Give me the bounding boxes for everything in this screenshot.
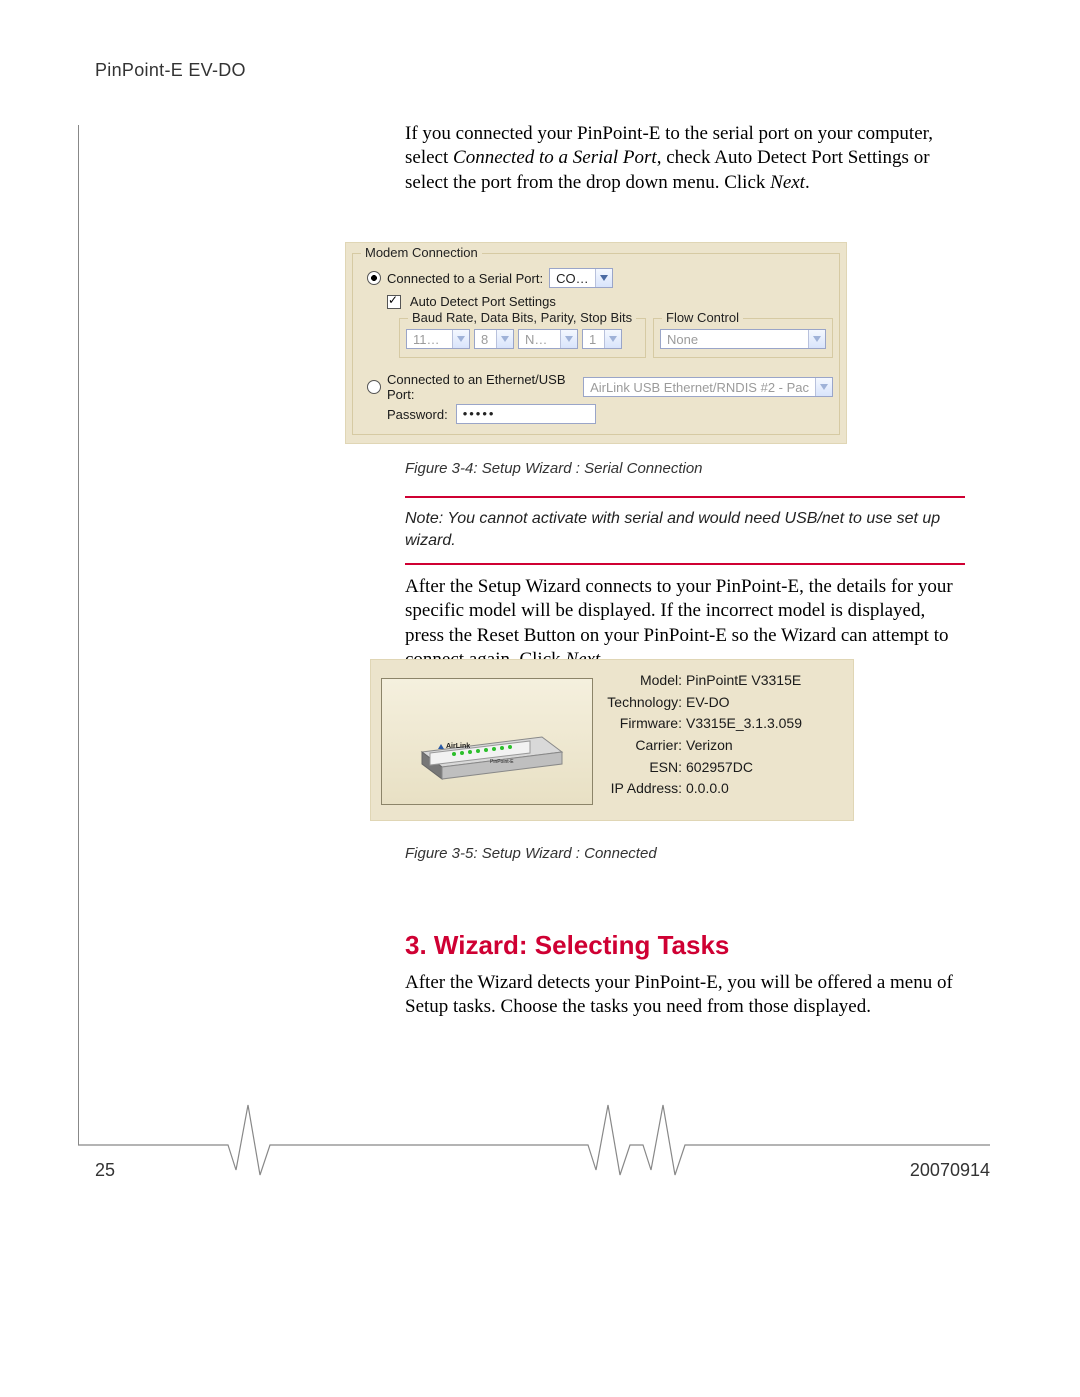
spec-firmware-key: Firmware: bbox=[606, 713, 686, 735]
flow-control-legend: Flow Control bbox=[662, 310, 743, 325]
password-value: ••••• bbox=[463, 406, 496, 421]
stop-bits-select[interactable]: 1 bbox=[582, 329, 622, 349]
serial-port-value: COM1 bbox=[550, 271, 595, 286]
chevron-down-icon bbox=[604, 330, 621, 348]
chevron-down-icon bbox=[815, 378, 832, 396]
ethernet-port-select[interactable]: AirLink USB Ethernet/RNDIS #2 - Pac bbox=[583, 377, 833, 397]
device-model-label: PinPoint-E bbox=[490, 759, 514, 765]
p2-text-a: After the Setup Wizard connects to your … bbox=[405, 576, 953, 670]
figure-3-5-caption: Figure 3-5: Setup Wizard : Connected bbox=[405, 845, 965, 862]
password-label: Password: bbox=[387, 407, 448, 422]
spec-tech-value: EV-DO bbox=[686, 692, 730, 714]
flow-control-select[interactable]: None bbox=[660, 329, 826, 349]
section-body: After the Wizard detects your PinPoint-E… bbox=[405, 971, 965, 1020]
spec-esn-value: 602957DC bbox=[686, 757, 753, 779]
baud-rate-select[interactable]: 115200 bbox=[406, 329, 470, 349]
spec-firmware-value: V3315E_3.1.3.059 bbox=[686, 713, 802, 735]
device-photo: AirLink PinPoint-E bbox=[381, 678, 593, 805]
left-rail bbox=[78, 125, 79, 1145]
spec-ip-value: 0.0.0.0 bbox=[686, 778, 729, 800]
parity-select[interactable]: None bbox=[518, 329, 578, 349]
figure-3-4-caption: Figure 3-4: Setup Wizard : Serial Connec… bbox=[405, 460, 965, 477]
chevron-down-icon bbox=[560, 330, 577, 348]
serial-port-radio-label: Connected to a Serial Port: bbox=[387, 271, 543, 286]
modem-connection-panel: Modem Connection Connected to a Serial P… bbox=[345, 242, 847, 444]
spec-ip-key: IP Address: bbox=[606, 778, 686, 800]
divider-red bbox=[405, 563, 965, 565]
ethernet-port-radio[interactable] bbox=[367, 380, 387, 395]
running-head: PinPoint-E EV-DO bbox=[95, 60, 246, 81]
data-bits-select[interactable]: 8 bbox=[474, 329, 514, 349]
device-info-panel: AirLink PinPoint-E Model: PinPointE V331… bbox=[370, 659, 854, 821]
password-input[interactable]: ••••• bbox=[456, 404, 596, 424]
section-heading: 3. Wizard: Selecting Tasks bbox=[405, 930, 965, 961]
intro-italic-1: Connected to a Serial Port bbox=[453, 147, 657, 168]
spec-tech-key: Technology: bbox=[606, 692, 686, 714]
ethernet-port-value: AirLink USB Ethernet/RNDIS #2 - Pac bbox=[584, 380, 815, 395]
device-specs: Model: PinPointE V3315E Technology: EV-D… bbox=[606, 670, 843, 800]
auto-detect-checkbox[interactable] bbox=[387, 295, 407, 310]
baud-group-legend: Baud Rate, Data Bits, Parity, Stop Bits bbox=[408, 310, 636, 325]
note-text: Note: You cannot activate with serial an… bbox=[405, 508, 965, 553]
auto-detect-label: Auto Detect Port Settings bbox=[410, 294, 556, 309]
ethernet-port-radio-label: Connected to an Ethernet/USB Port: bbox=[387, 372, 578, 402]
chevron-down-icon bbox=[595, 269, 612, 287]
page: PinPoint-E EV-DO If you connected your P… bbox=[0, 0, 1080, 1397]
intro-text-c: . bbox=[805, 172, 810, 193]
spec-carrier-key: Carrier: bbox=[606, 735, 686, 757]
modem-connection-legend: Modem Connection bbox=[361, 245, 482, 260]
serial-port-radio[interactable] bbox=[367, 271, 387, 286]
device-illustration: AirLink PinPoint-E bbox=[402, 697, 572, 787]
intro-italic-2: Next bbox=[770, 172, 805, 193]
chevron-down-icon bbox=[808, 330, 825, 348]
intro-paragraph: If you connected your PinPoint-E to the … bbox=[405, 122, 965, 195]
spec-carrier-value: Verizon bbox=[686, 735, 733, 757]
chevron-down-icon bbox=[452, 330, 469, 348]
spec-model-key: Model: bbox=[606, 670, 686, 692]
page-date: 20070914 bbox=[910, 1160, 990, 1181]
chevron-down-icon bbox=[496, 330, 513, 348]
heartbeat-divider bbox=[78, 1100, 990, 1190]
device-brand: AirLink bbox=[446, 743, 470, 750]
spec-model-value: PinPointE V3315E bbox=[686, 670, 801, 692]
spec-esn-key: ESN: bbox=[606, 757, 686, 779]
serial-port-select[interactable]: COM1 bbox=[549, 268, 613, 288]
page-number: 25 bbox=[95, 1160, 115, 1181]
